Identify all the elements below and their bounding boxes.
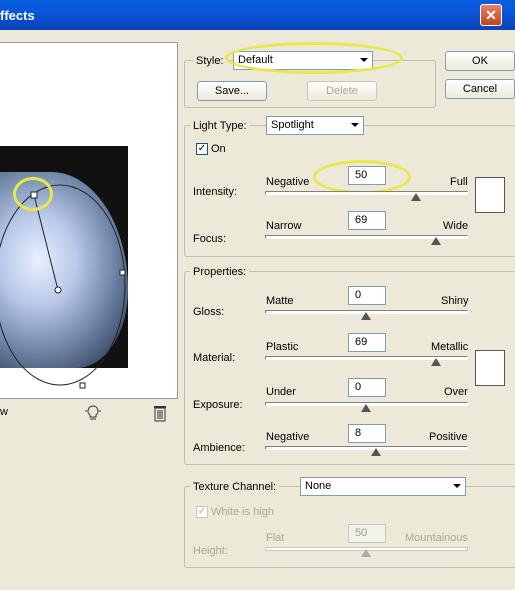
chevron-down-icon [351, 123, 359, 127]
style-highlight-circle [225, 42, 403, 74]
exposure-label: Exposure: [193, 399, 243, 411]
ambience-slider-track[interactable] [265, 446, 468, 450]
intensity-label: Intensity: [193, 186, 238, 198]
exposure-slider-thumb[interactable] [361, 404, 371, 412]
close-button[interactable]: ✕ [480, 4, 502, 26]
gloss-max-label: Shiny [441, 295, 469, 307]
texture-channel-dropdown[interactable]: None [300, 477, 466, 496]
properties-color-swatch[interactable] [475, 350, 505, 386]
intensity-min-label: Negative [266, 176, 310, 188]
texture-label: Texture Channel: [190, 481, 280, 493]
preview-label: w [0, 406, 8, 418]
exposure-input[interactable]: 0 [348, 378, 386, 397]
window-title: ffects [0, 8, 35, 23]
gloss-label: Gloss: [193, 306, 225, 318]
title-bar [0, 0, 515, 30]
exposure-min-label: Under [266, 386, 296, 398]
gloss-slider-thumb[interactable] [361, 312, 371, 320]
height-max-label: Mountainous [405, 532, 468, 544]
delete-style-button[interactable]: Delete [307, 81, 377, 101]
ambience-max-label: Positive [429, 431, 468, 443]
material-input[interactable]: 69 [348, 333, 386, 352]
on-label: On [211, 143, 226, 155]
white-is-high-checkbox[interactable]: ✓ [196, 506, 208, 518]
material-label: Material: [193, 352, 236, 364]
material-max-label: Metallic [431, 341, 469, 353]
height-input[interactable]: 50 [348, 524, 386, 543]
cancel-button[interactable]: Cancel [445, 79, 515, 99]
gloss-input[interactable]: 0 [348, 286, 386, 305]
on-checkbox[interactable]: ✓ [196, 143, 208, 155]
focus-input[interactable]: 69 [348, 211, 386, 230]
properties-label: Properties: [190, 266, 250, 278]
focus-max-label: Wide [443, 220, 469, 232]
light-type-label: Light Type: [190, 120, 250, 132]
ambience-min-label: Negative [266, 431, 310, 443]
height-min-label: Flat [266, 532, 285, 544]
focus-min-label: Narrow [266, 220, 302, 232]
ambience-slider-thumb[interactable] [371, 448, 381, 456]
height-label: Height: [193, 545, 228, 557]
material-slider-thumb[interactable] [431, 358, 441, 366]
focus-slider-thumb[interactable] [431, 237, 441, 245]
ambience-input[interactable]: 8 [348, 424, 386, 443]
style-label: Style: [193, 55, 227, 67]
intensity-slider-thumb[interactable] [411, 193, 421, 201]
ambience-label: Ambience: [193, 442, 245, 454]
light-bulb-icon[interactable] [83, 403, 103, 423]
chevron-down-icon [453, 484, 461, 488]
height-slider-thumb[interactable] [361, 549, 371, 557]
exposure-max-label: Over [444, 386, 468, 398]
white-is-high-label: White is high [211, 506, 274, 518]
focus-label: Focus: [193, 233, 227, 245]
handle-highlight-circle [13, 177, 53, 211]
save-style-button[interactable]: Save... [197, 81, 267, 101]
intensity-highlight-circle [313, 160, 411, 194]
texture-channel-value: None [305, 480, 332, 492]
light-type-value: Spotlight [271, 119, 314, 131]
light-type-dropdown[interactable]: Spotlight [266, 116, 364, 135]
intensity-max-label: Full [450, 176, 468, 188]
light-ellipse-overlay[interactable] [0, 180, 140, 395]
ok-button[interactable]: OK [445, 51, 515, 71]
light-color-swatch[interactable] [475, 177, 505, 213]
gloss-min-label: Matte [266, 295, 294, 307]
trash-icon[interactable] [152, 404, 168, 422]
material-min-label: Plastic [266, 341, 299, 353]
intensity-slider-track[interactable] [265, 191, 468, 195]
